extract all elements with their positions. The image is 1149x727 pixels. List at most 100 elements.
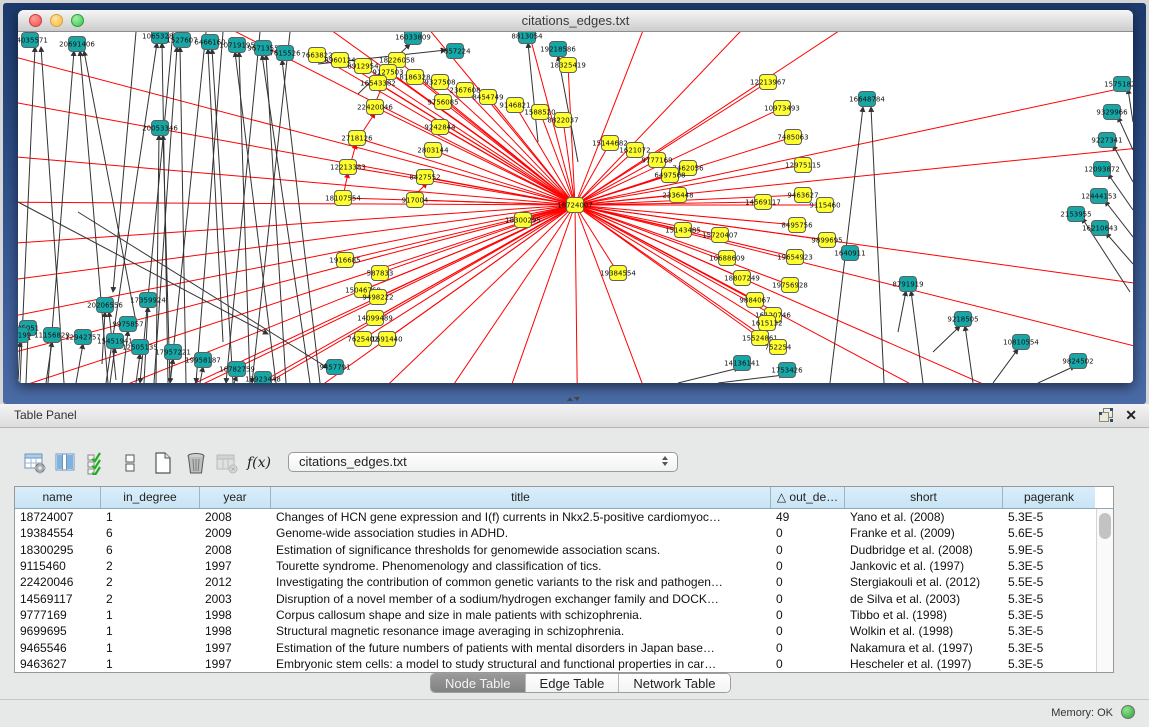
- graph-node[interactable]: 9463627: [787, 188, 818, 203]
- function-builder-button[interactable]: f(x): [246, 450, 272, 476]
- graph-node[interactable]: 19384554: [600, 266, 636, 281]
- zoom-window-button[interactable]: [71, 14, 84, 27]
- table-row[interactable]: 1830029562008Estimation of significance …: [15, 542, 1113, 558]
- graph-node[interactable]: 8791919: [892, 277, 923, 292]
- graph-node[interactable]: 917004: [402, 193, 429, 208]
- graph-node[interactable]: 9227341: [1091, 133, 1122, 148]
- graph-node[interactable]: 8495756: [781, 218, 813, 233]
- graph-node[interactable]: 7485063: [777, 130, 808, 145]
- minimize-window-button[interactable]: [50, 14, 63, 27]
- graph-node[interactable]: 14136141: [724, 356, 760, 371]
- graph-node[interactable]: 8813054: [511, 32, 543, 44]
- table-row[interactable]: 977716911998Corpus callosum shape and si…: [15, 607, 1113, 623]
- tab-network-table[interactable]: Network Table: [618, 674, 729, 692]
- graph-node[interactable]: 19218586: [540, 42, 576, 57]
- select-all-button[interactable]: [84, 450, 110, 476]
- graph-node[interactable]: 14569117: [745, 195, 781, 210]
- column-header-title[interactable]: title: [271, 487, 771, 508]
- graph-node[interactable]: 9329966: [1096, 105, 1128, 120]
- table-cell: 5.3E-5: [1003, 510, 1095, 524]
- memory-status-indicator[interactable]: [1121, 705, 1135, 719]
- graph-node[interactable]: 10688609: [709, 251, 745, 266]
- graph-node[interactable]: 19654923: [777, 250, 813, 265]
- column-header-short[interactable]: short: [845, 487, 1003, 508]
- graph-node[interactable]: 17359924: [130, 293, 166, 308]
- graph-node[interactable]: 9756085: [427, 95, 458, 110]
- show-columns-button[interactable]: [53, 450, 79, 476]
- vertical-scrollbar[interactable]: [1096, 509, 1113, 672]
- graph-node[interactable]: 1753426: [771, 363, 803, 378]
- graph-node[interactable]: 20206556: [87, 298, 123, 313]
- graph-node[interactable]: 2153955: [1060, 207, 1091, 222]
- graph-node[interactable]: 18107554: [325, 191, 361, 206]
- table-row[interactable]: 1872400712008Changes of HCN gene express…: [15, 509, 1113, 525]
- close-panel-icon[interactable]: ✕: [1125, 408, 1137, 422]
- graph-node[interactable]: 9777169: [641, 153, 672, 168]
- graph-node[interactable]: 9242844: [424, 120, 456, 135]
- tab-edge-table[interactable]: Edge Table: [525, 674, 619, 692]
- column-header-out_de[interactable]: △ out_de…: [771, 487, 845, 508]
- table-cell: 0: [771, 575, 845, 589]
- graph-node[interactable]: 2718126: [341, 131, 373, 146]
- graph-node[interactable]: 20691406: [59, 37, 95, 52]
- graph-node[interactable]: 20053346: [142, 121, 178, 136]
- graph-node[interactable]: 12942757: [65, 330, 101, 345]
- network-canvas[interactable]: 2403557120691406106532871527607646616010…: [18, 32, 1133, 383]
- column-header-pagerank[interactable]: pagerank: [1003, 487, 1095, 508]
- graph-node[interactable]: 9218505: [947, 312, 978, 327]
- tab-node-table[interactable]: Node Table: [431, 674, 525, 692]
- graph-node[interactable]: 1916685: [329, 253, 360, 268]
- graph-node[interactable]: 22420046: [357, 100, 393, 115]
- graph-node[interactable]: 9115460: [809, 198, 840, 213]
- table-panel-header[interactable]: Table Panel ✕: [0, 404, 1149, 428]
- graph-node[interactable]: 16033809: [395, 32, 431, 45]
- graph-node[interactable]: 10810554: [1003, 335, 1039, 350]
- table-row[interactable]: 946554611997Estimation of the future num…: [15, 639, 1113, 655]
- graph-node[interactable]: 18325419: [550, 58, 586, 73]
- row-height-button[interactable]: [117, 450, 143, 476]
- column-header-name[interactable]: name: [15, 487, 101, 508]
- graph-node[interactable]: 587833: [367, 266, 394, 281]
- close-window-button[interactable]: [29, 14, 42, 27]
- column-header-in_degree[interactable]: in_degree: [101, 487, 200, 508]
- graph-node[interactable]: 15720407: [702, 228, 738, 243]
- table-row[interactable]: 1456911722003Disruption of a novel membe…: [15, 590, 1113, 606]
- new-table-button[interactable]: [150, 450, 176, 476]
- graph-node[interactable]: 9899695: [811, 233, 842, 248]
- table-row[interactable]: 911546021997Tourette syndrome. Phenomeno…: [15, 558, 1113, 574]
- table-row[interactable]: 969969511998Structural magnetic resonanc…: [15, 623, 1113, 639]
- graph-node[interactable]: 16648784: [849, 92, 885, 107]
- graph-node[interactable]: 16210643: [1082, 221, 1118, 236]
- table-row[interactable]: 2242004622012Investigating the contribut…: [15, 574, 1113, 590]
- graph-node[interactable]: 1691440: [371, 332, 402, 347]
- graph-node[interactable]: 12213967: [750, 75, 786, 90]
- graph-node[interactable]: 12444153: [1081, 189, 1117, 204]
- graph-node[interactable]: 12093872: [1084, 162, 1120, 177]
- graph-node[interactable]: 9975857: [112, 317, 143, 332]
- graph-node[interactable]: 24035571: [18, 33, 48, 48]
- graph-node[interactable]: 8427552: [409, 170, 440, 185]
- graph-node[interactable]: 19756928: [772, 278, 808, 293]
- graph-node[interactable]: 7857224: [439, 44, 471, 59]
- graph-node[interactable]: 12213383: [330, 160, 366, 175]
- delete-table-button[interactable]: [214, 450, 240, 476]
- graph-node[interactable]: 10973493: [764, 101, 800, 116]
- network-view-window[interactable]: citations_edges.txt 24035571206914061065…: [18, 10, 1133, 383]
- table-row[interactable]: 1938455462009Genome-wide association stu…: [15, 525, 1113, 541]
- table-options-button[interactable]: [22, 450, 48, 476]
- graph-node[interactable]: 15751874: [1104, 77, 1133, 92]
- delete-rows-button[interactable]: [183, 450, 209, 476]
- scrollbar-thumb[interactable]: [1099, 513, 1111, 539]
- graph-node[interactable]: 2803144: [417, 143, 449, 158]
- graph-node[interactable]: 9457791: [319, 360, 350, 375]
- graph-node[interactable]: 9824502: [1062, 354, 1093, 369]
- table-selector-combo[interactable]: citations_edges.txt: [288, 452, 678, 472]
- graph-node[interactable]: 12975115: [785, 158, 821, 173]
- network-window-titlebar[interactable]: citations_edges.txt: [18, 10, 1133, 32]
- column-header-year[interactable]: year: [200, 487, 271, 508]
- panel-splitter-handle[interactable]: [566, 395, 580, 403]
- graph-node[interactable]: 1640911: [834, 246, 865, 261]
- graph-node-label: 9824502: [1062, 358, 1093, 366]
- table-row[interactable]: 946362711997Embryonic stem cells: a mode…: [15, 656, 1113, 672]
- float-panel-icon[interactable]: [1099, 408, 1113, 422]
